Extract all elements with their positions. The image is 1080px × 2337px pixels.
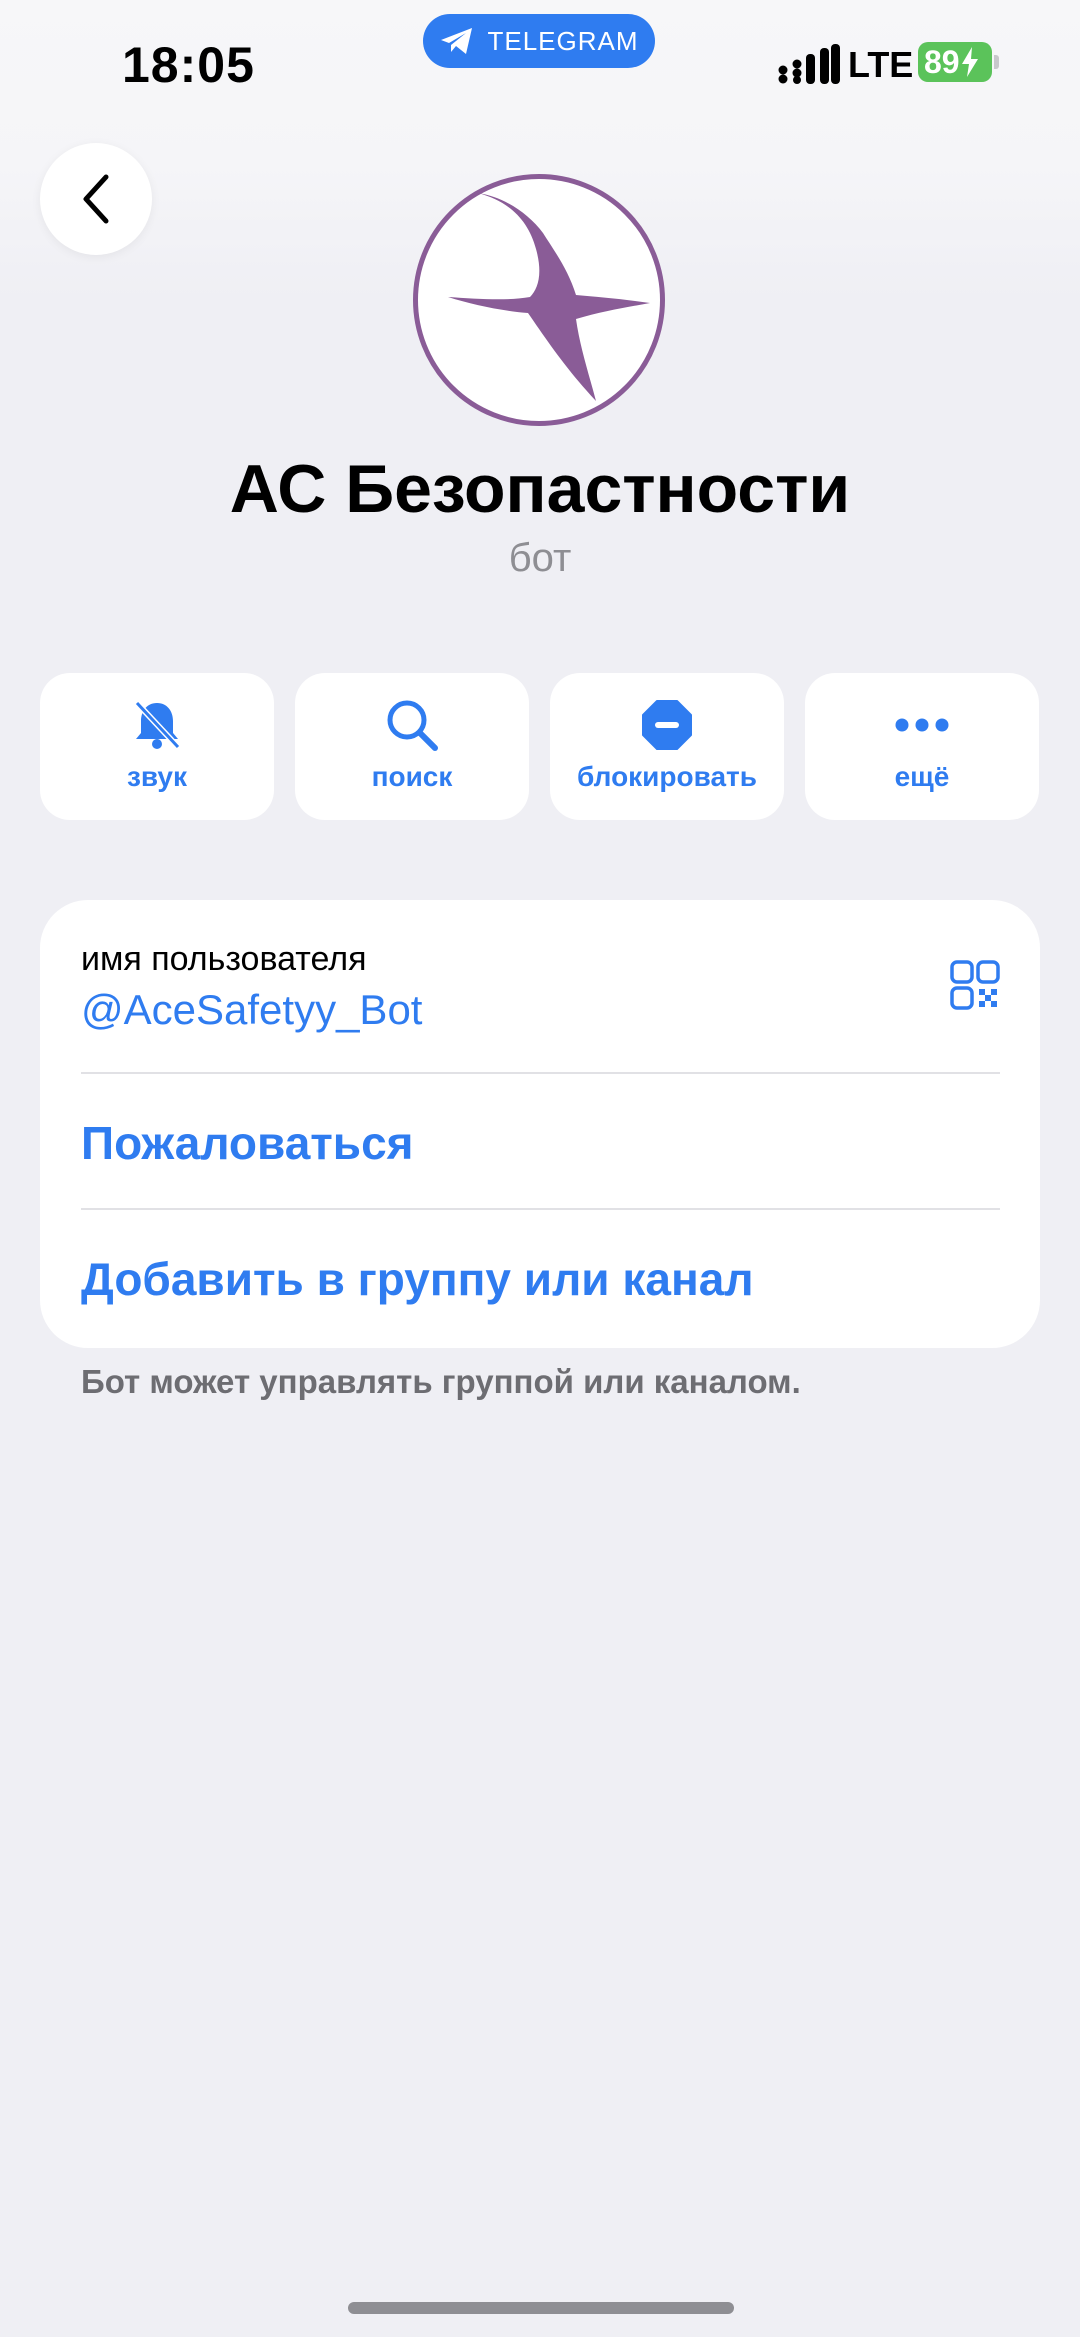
mute-button[interactable]: звук <box>40 673 274 820</box>
chevron-left-icon <box>83 174 109 224</box>
username-label: имя пользователя <box>81 940 367 978</box>
bell-slash-icon <box>134 700 181 750</box>
battery-tip <box>994 55 999 69</box>
report-link[interactable]: Пожаловаться <box>81 1116 414 1170</box>
block-button[interactable]: блокировать <box>550 673 784 820</box>
bot-avatar[interactable] <box>413 174 665 426</box>
battery-level: 89 <box>924 43 960 80</box>
more-button[interactable]: ещё <box>805 673 1039 820</box>
add-to-group-link[interactable]: Добавить в группу или канал <box>81 1252 754 1306</box>
profile-name: АС Безопастности <box>229 451 851 527</box>
username-value[interactable]: @AceSafetyy_Bot <box>81 986 422 1034</box>
more-icon <box>895 718 949 732</box>
more-label: ещё <box>894 761 950 792</box>
action-row: звук поиск блокировать ещё <box>40 673 1040 820</box>
battery-indicator: 89 <box>918 42 992 82</box>
charging-icon <box>961 47 978 77</box>
divider <box>81 1208 1000 1210</box>
telegram-icon <box>441 28 473 54</box>
search-button[interactable]: поиск <box>295 673 529 820</box>
divider <box>81 1072 1000 1074</box>
mute-label: звук <box>126 761 188 792</box>
bot-footnote: Бот может управлять группой или каналом. <box>81 1363 801 1400</box>
back-button[interactable] <box>40 143 152 255</box>
block-icon <box>642 700 692 750</box>
home-indicator[interactable] <box>348 2302 734 2314</box>
albatross-logo-icon <box>448 193 650 401</box>
signal-icon <box>778 44 840 84</box>
profile-subtitle: бот <box>508 536 572 580</box>
telegram-pill-label: TELEGRAM <box>487 25 639 56</box>
block-label: блокировать <box>577 761 757 792</box>
search-label: поиск <box>371 761 453 792</box>
info-card: имя пользователя @AceSafetyy_Bot Пожалов… <box>40 900 1040 1348</box>
qr-code-icon[interactable] <box>950 960 1000 1010</box>
telegram-pill[interactable]: TELEGRAM <box>423 14 655 68</box>
status-time: 18:05 <box>122 37 255 93</box>
search-icon <box>387 700 438 751</box>
network-type: LTE <box>848 44 914 85</box>
